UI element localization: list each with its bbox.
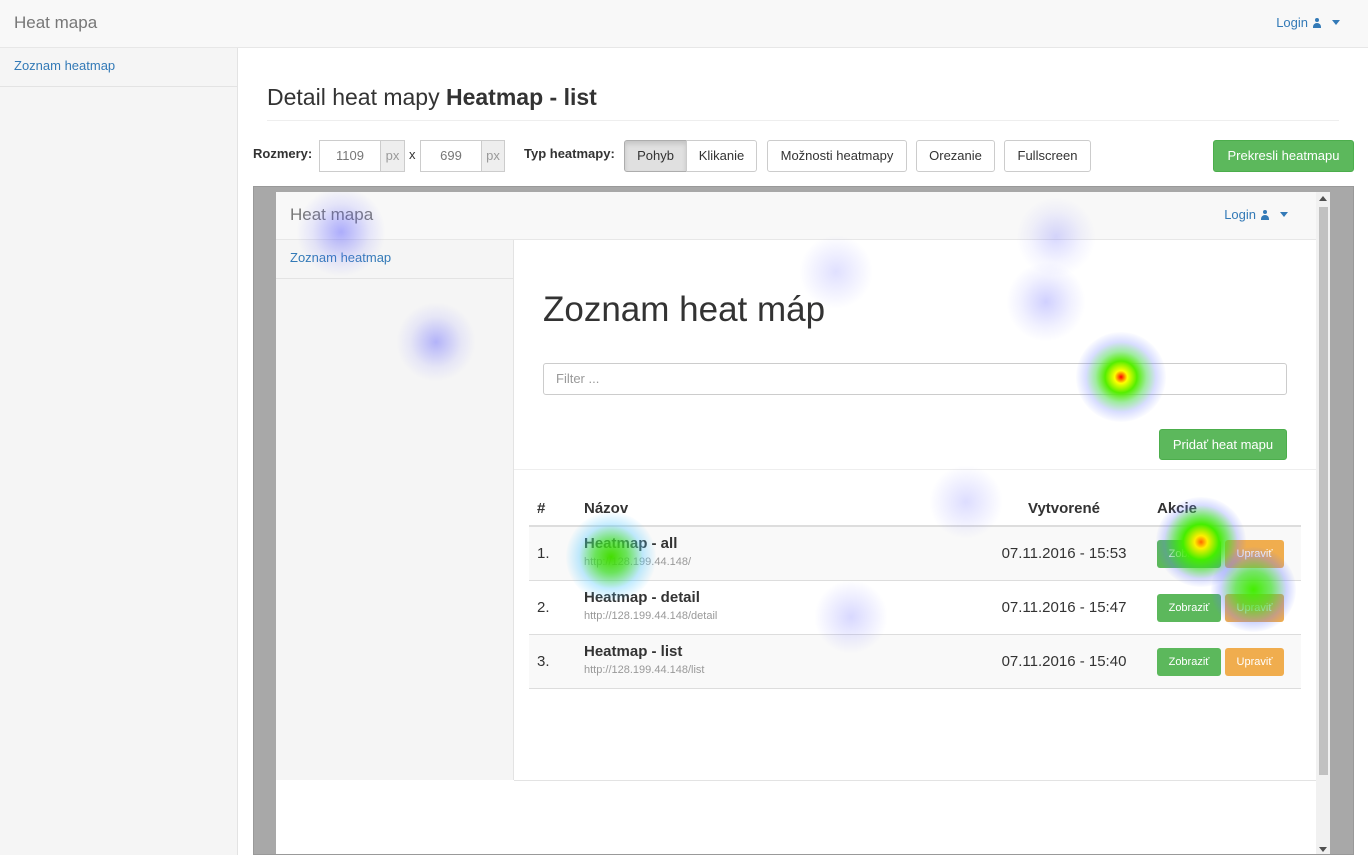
heatmap-type-label: Typ heatmapy: xyxy=(524,146,615,161)
page-title-name: Heatmap - list xyxy=(445,84,597,110)
col-actions: Akcie xyxy=(1157,500,1198,517)
row-edit-button: Upraviť xyxy=(1225,648,1284,676)
sidebar: Zoznam heatmap xyxy=(0,48,238,855)
row-number: 2. xyxy=(537,599,550,616)
table-row: 3. Heatmap - list http://128.199.44.148/… xyxy=(529,635,1301,689)
width-unit: px xyxy=(380,140,405,172)
row-view-button: Zobraziť xyxy=(1157,648,1221,676)
caret-down-icon xyxy=(1332,20,1340,25)
dimensions-separator: x xyxy=(409,147,416,162)
row-date: 07.11.2016 - 15:40 xyxy=(1001,653,1127,670)
redraw-heatmap-button[interactable]: Prekresli heatmapu xyxy=(1213,140,1354,172)
preview-login: Login xyxy=(1224,207,1288,222)
sidebar-item-heatmap-list[interactable]: Zoznam heatmap xyxy=(0,48,237,87)
preview-divider xyxy=(514,780,1316,781)
preview-sidebar: Zoznam heatmap xyxy=(276,240,514,780)
row-view-button: Zobraziť xyxy=(1157,540,1221,568)
row-url: http://128.199.44.148/ xyxy=(584,556,692,568)
row-name: Heatmap - detail xyxy=(584,589,700,606)
col-created: Vytvorené xyxy=(1028,500,1100,517)
preview-filter-input: Filter ... xyxy=(543,363,1287,395)
preview-scrollbar xyxy=(1316,192,1330,854)
col-number: # xyxy=(537,500,546,517)
scroll-down-icon xyxy=(1319,847,1327,852)
row-url: http://128.199.44.148/list xyxy=(584,664,705,676)
height-unit: px xyxy=(481,140,505,172)
row-name: Heatmap - list xyxy=(584,643,683,660)
height-input[interactable]: 699 xyxy=(420,140,482,172)
width-input[interactable]: 1109 xyxy=(319,140,381,172)
row-number: 1. xyxy=(537,545,550,562)
heatmap-options-button[interactable]: Možnosti heatmapy xyxy=(767,140,907,172)
top-navbar: Heat mapa Login xyxy=(0,0,1368,48)
table-row: 2. Heatmap - detail http://128.199.44.14… xyxy=(529,581,1301,635)
heatmap-preview-page: Heat mapa Login Zoznam heatmap Zoznam he… xyxy=(276,192,1330,854)
user-icon xyxy=(1312,17,1322,28)
heat-spot xyxy=(1006,262,1086,342)
table-row: 1. Heatmap - all http://128.199.44.148/ … xyxy=(529,527,1301,581)
row-date: 07.11.2016 - 15:53 xyxy=(1001,545,1127,562)
fullscreen-button[interactable]: Fullscreen xyxy=(1004,140,1091,172)
row-date: 07.11.2016 - 15:47 xyxy=(1001,599,1127,616)
preview-navbar: Heat mapa Login xyxy=(276,192,1316,240)
heatmap-canvas-frame: Heat mapa Login Zoznam heatmap Zoznam he… xyxy=(253,186,1354,855)
caret-down-icon xyxy=(1280,212,1288,217)
table-header: # Názov Vytvorené Akcie xyxy=(529,489,1301,527)
preview-login-label: Login xyxy=(1224,207,1256,222)
row-view-button: Zobraziť xyxy=(1157,594,1221,622)
row-edit-button: Upraviť xyxy=(1225,540,1284,568)
scroll-up-icon xyxy=(1319,196,1327,201)
page-title: Detail heat mapy Heatmap - list xyxy=(267,84,1339,121)
page-title-prefix: Detail heat mapy xyxy=(267,84,440,110)
type-movement-button[interactable]: Pohyb xyxy=(624,140,687,172)
type-click-button[interactable]: Klikanie xyxy=(686,140,757,172)
row-name: Heatmap - all xyxy=(584,535,678,552)
dimensions-label: Rozmery: xyxy=(253,146,313,161)
preview-brand: Heat mapa xyxy=(290,205,374,224)
row-edit-button: Upraviť xyxy=(1225,594,1284,622)
preview-table: # Názov Vytvorené Akcie 1. Heatmap - all… xyxy=(529,489,1301,689)
user-icon xyxy=(1260,209,1270,220)
preview-hr xyxy=(514,469,1316,470)
col-name: Názov xyxy=(584,500,629,517)
login-dropdown[interactable]: Login xyxy=(1276,15,1340,30)
preview-title: Zoznam heat máp xyxy=(543,290,826,329)
row-number: 3. xyxy=(537,653,550,670)
login-label: Login xyxy=(1276,15,1308,30)
crop-button[interactable]: Orezanie xyxy=(916,140,995,172)
row-url: http://128.199.44.148/detail xyxy=(584,610,718,622)
brand-link[interactable]: Heat mapa xyxy=(14,13,97,33)
preview-add-button: Pridať heat mapu xyxy=(1159,429,1287,460)
scroll-thumb xyxy=(1319,207,1328,775)
preview-sidebar-item: Zoznam heatmap xyxy=(276,240,513,279)
